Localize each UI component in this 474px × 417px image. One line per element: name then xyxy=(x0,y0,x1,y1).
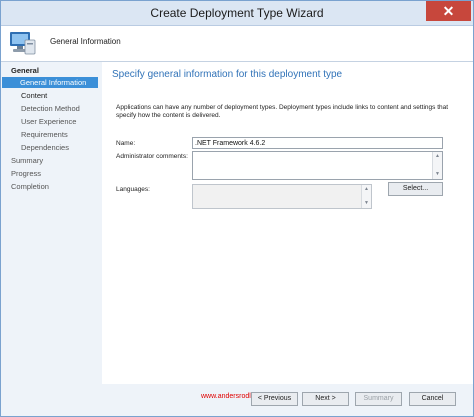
scroll-down-icon[interactable]: ▼ xyxy=(363,200,370,207)
computer-icon xyxy=(10,32,36,55)
window-title: Create Deployment Type Wizard xyxy=(150,6,324,20)
scroll-down-icon[interactable]: ▼ xyxy=(434,171,441,178)
cancel-button[interactable]: Cancel xyxy=(409,392,456,406)
nav-item-detection-method[interactable]: Detection Method xyxy=(21,104,80,113)
scroll-up-icon[interactable]: ▲ xyxy=(363,186,370,193)
previous-button[interactable]: < Previous xyxy=(251,392,298,406)
languages-scrollbar[interactable]: ▲ ▼ xyxy=(361,185,371,208)
select-languages-button[interactable]: Select... xyxy=(388,182,443,196)
summary-button: Summary xyxy=(355,392,402,406)
wizard-nav: General General Information Content Dete… xyxy=(1,62,102,416)
next-button[interactable]: Next > xyxy=(302,392,349,406)
nav-item-general[interactable]: General xyxy=(11,66,39,75)
wizard-window: Create Deployment Type Wizard ✕ General … xyxy=(0,0,474,417)
wizard-footer: www.andersrodland.com < Previous Next > … xyxy=(102,384,473,416)
admin-comments-field[interactable]: ▲ ▼ xyxy=(192,151,443,180)
wizard-content: Specify general information for this dep… xyxy=(102,62,473,384)
admin-comments-label: Administrator comments: xyxy=(116,153,188,160)
header-title: General Information xyxy=(50,37,121,46)
nav-item-general-information[interactable]: General Information xyxy=(2,77,98,88)
name-field[interactable]: .NET Framework 4.6.2 xyxy=(192,137,443,149)
close-icon: ✕ xyxy=(442,3,455,19)
page-description: Applications can have any number of depl… xyxy=(116,104,449,119)
languages-label: Languages: xyxy=(116,186,150,193)
languages-field: ▲ ▼ xyxy=(192,184,372,209)
wizard-header: General Information xyxy=(1,26,473,62)
nav-item-summary[interactable]: Summary xyxy=(11,156,43,165)
page-heading: Specify general information for this dep… xyxy=(112,69,343,80)
nav-item-user-experience[interactable]: User Experience xyxy=(21,117,76,126)
nav-item-progress[interactable]: Progress xyxy=(11,169,41,178)
scroll-up-icon[interactable]: ▲ xyxy=(434,153,441,160)
admin-comments-scrollbar[interactable]: ▲ ▼ xyxy=(432,152,442,179)
nav-item-dependencies[interactable]: Dependencies xyxy=(21,143,69,152)
title-bar: Create Deployment Type Wizard ✕ xyxy=(1,1,473,26)
close-button[interactable]: ✕ xyxy=(426,1,471,21)
nav-item-completion[interactable]: Completion xyxy=(11,182,49,191)
name-label: Name: xyxy=(116,140,136,147)
nav-item-content[interactable]: Content xyxy=(21,91,47,100)
nav-item-requirements[interactable]: Requirements xyxy=(21,130,68,139)
